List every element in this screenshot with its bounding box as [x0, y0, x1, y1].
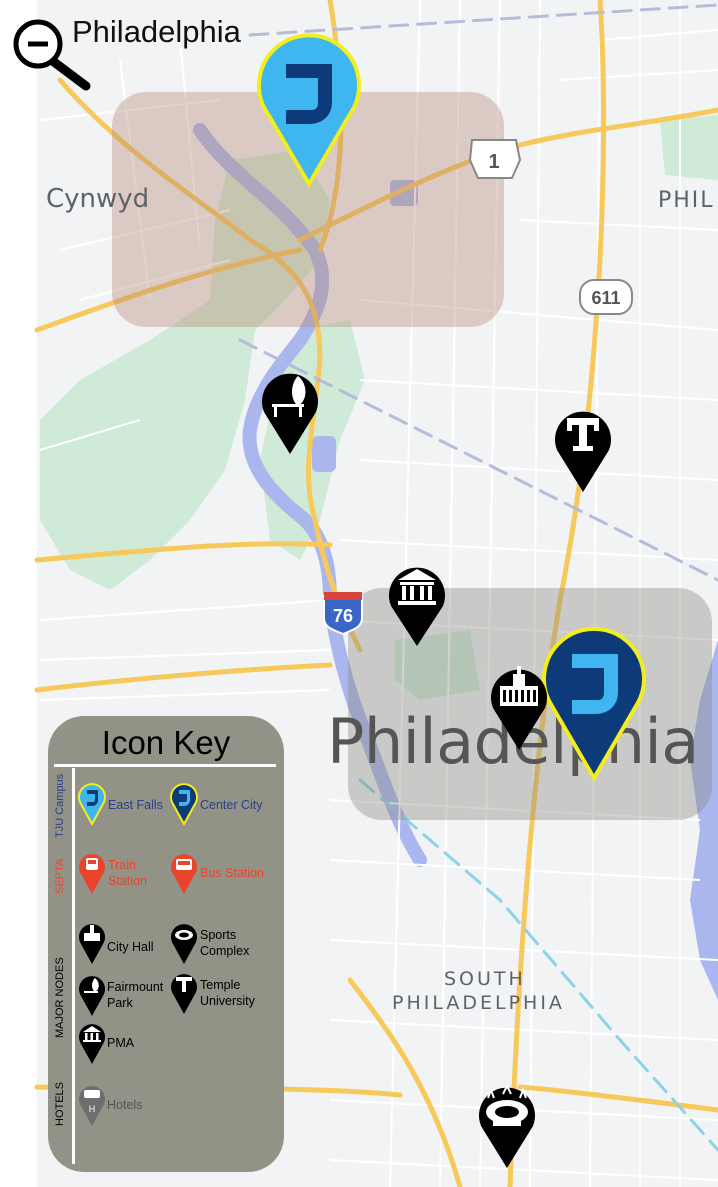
- key-label-hotels: Hotels: [107, 1098, 143, 1112]
- key-sports-complex-icon: [171, 924, 197, 964]
- icon-key-title: Icon Key: [101, 724, 231, 761]
- icon-key: Icon Key TJU Campus SEPTA MAJOR NODES HO…: [48, 716, 284, 1172]
- key-temple-icon: [171, 974, 197, 1014]
- key-pma-icon: [79, 1024, 105, 1064]
- section-hotels: HOTELS: [54, 1081, 66, 1126]
- key-label-pma: PMA: [107, 1036, 135, 1050]
- key-label-train-1: Train: [108, 858, 137, 872]
- i-76-shield: 76: [323, 592, 363, 636]
- svg-text:1: 1: [488, 151, 499, 173]
- key-label-center-city: Center City: [200, 798, 263, 812]
- svg-text:76: 76: [333, 606, 353, 626]
- key-city-hall-icon: [79, 924, 105, 964]
- key-fairmount-park-icon: [79, 976, 105, 1016]
- pma-marker[interactable]: [388, 560, 446, 648]
- section-major-nodes: MAJOR NODES: [54, 957, 66, 1038]
- sports-complex-marker[interactable]: [477, 1080, 537, 1170]
- key-label-train-2: Station: [108, 874, 147, 888]
- section-septa: SEPTA: [54, 858, 66, 894]
- key-divider: [54, 764, 276, 767]
- key-label-temple-2: University: [200, 994, 255, 1008]
- us-1-shield: 1: [468, 139, 522, 179]
- key-label-fairmount-1: Fairmount: [107, 980, 164, 994]
- key-hotels-icon: H: [79, 1086, 105, 1126]
- key-label-east-falls: East Falls: [108, 798, 163, 812]
- route-611-shield: 611: [579, 279, 633, 315]
- key-train-station-icon: [79, 854, 105, 894]
- city-hall-marker[interactable]: [490, 662, 548, 752]
- key-east-falls-icon: [78, 783, 106, 826]
- center-city-campus-marker[interactable]: [542, 620, 646, 782]
- label-south-philadelphia-1: SOUTH: [444, 968, 526, 990]
- temple-university-marker[interactable]: [554, 404, 612, 494]
- label-south-philadelphia-2: PHILADELPHIA: [392, 992, 565, 1014]
- key-label-fairmount-2: Park: [107, 996, 133, 1010]
- key-label-sports-2: Complex: [200, 944, 250, 958]
- svg-text:611: 611: [591, 288, 620, 308]
- label-cynwyd: Cynwyd: [46, 184, 150, 214]
- key-bus-station-icon: [171, 854, 197, 894]
- key-center-city-icon: [170, 783, 198, 826]
- east-falls-campus-marker[interactable]: [256, 30, 362, 188]
- city-hall-icon: [500, 666, 538, 706]
- key-label-bus-station: Bus Station: [200, 866, 264, 880]
- key-label-city-hall: City Hall: [107, 940, 154, 954]
- section-tju-campus: TJU Campus: [54, 773, 66, 838]
- key-section-divider: [72, 768, 75, 1164]
- map-title: Philadelphia: [72, 14, 241, 49]
- key-label-temple-1: Temple: [200, 978, 241, 992]
- key-label-sports-1: Sports: [200, 928, 237, 942]
- svg-text:H: H: [89, 1104, 96, 1114]
- fairmount-park-marker[interactable]: [260, 368, 320, 456]
- label-phil-edge: PHIL: [658, 188, 715, 213]
